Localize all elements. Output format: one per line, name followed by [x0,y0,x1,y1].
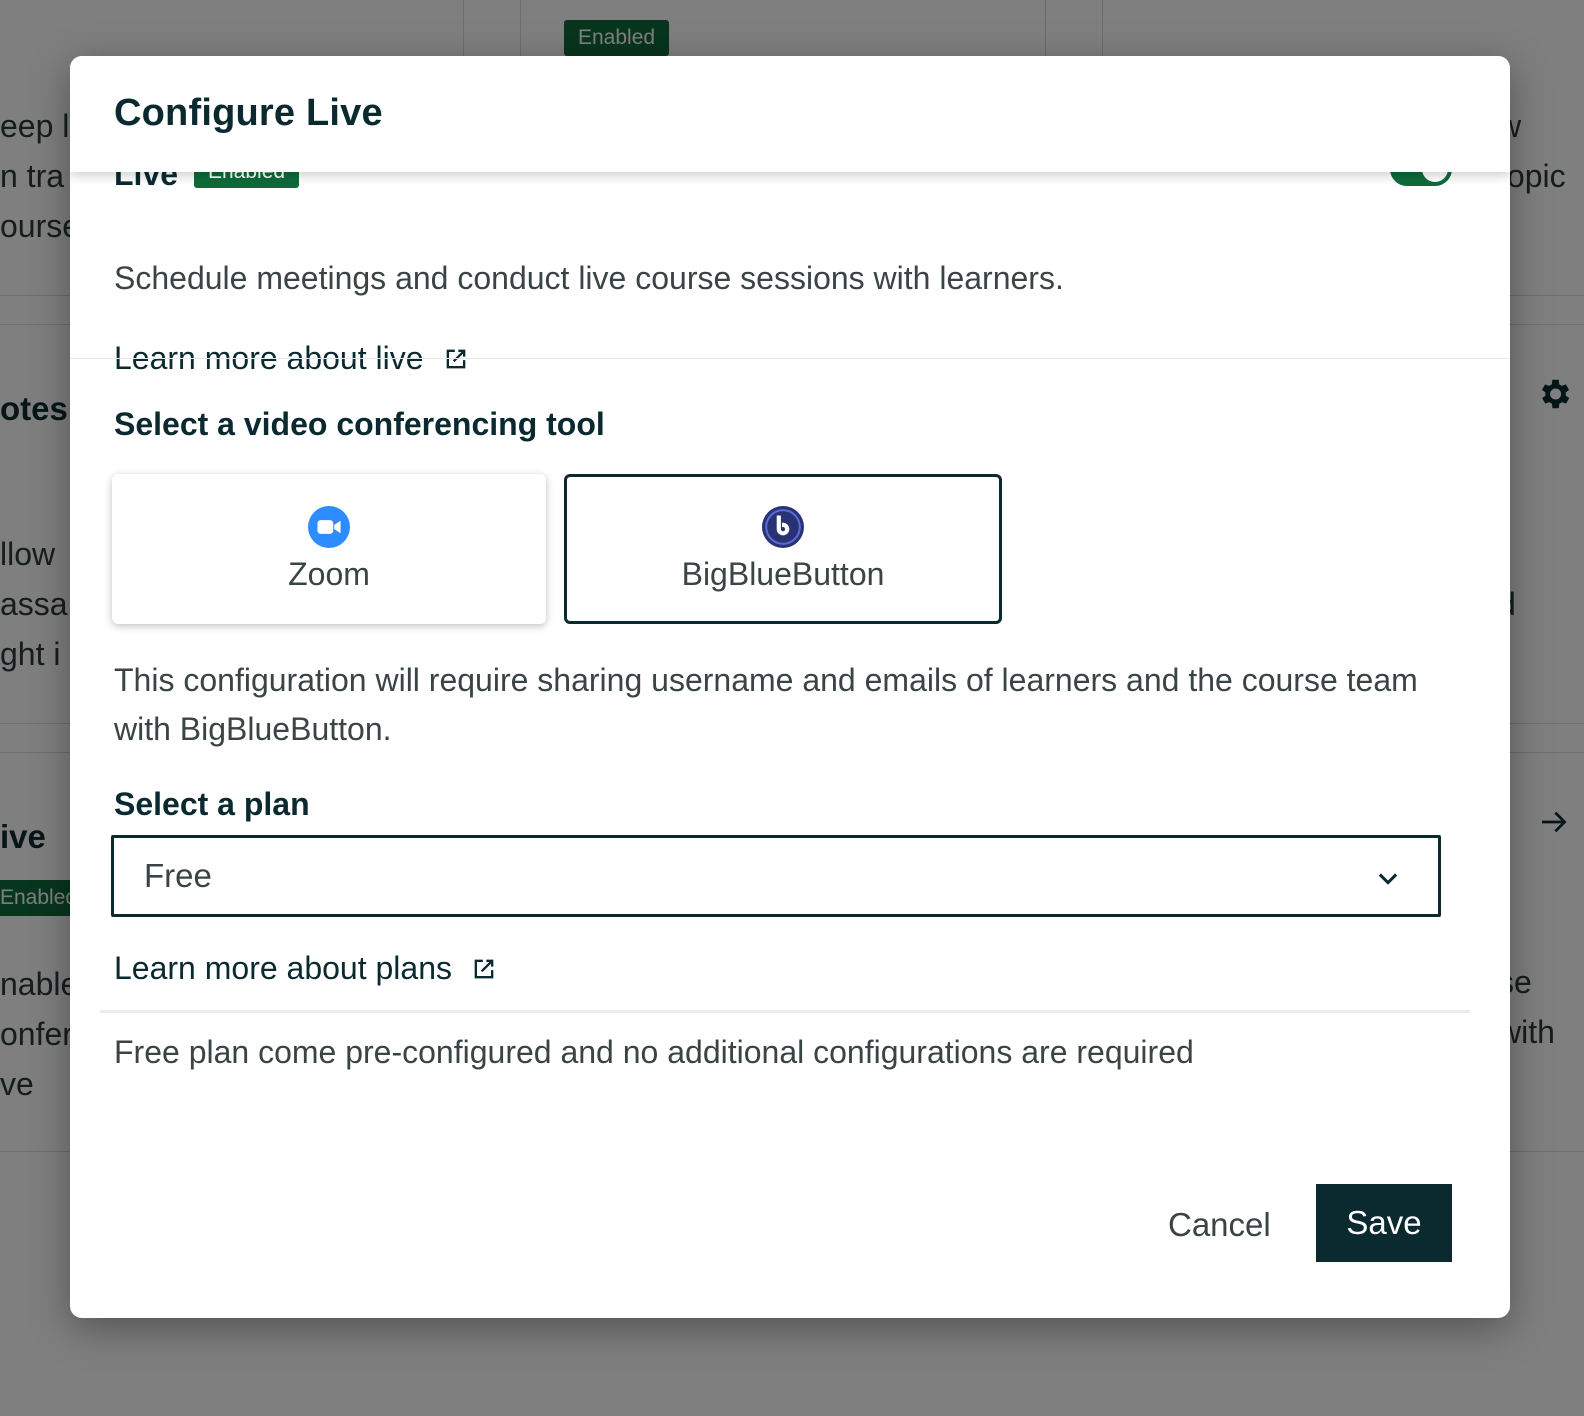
cancel-button[interactable]: Cancel [1148,1186,1291,1264]
learn-more-plans-link[interactable]: Learn more about plans [114,950,498,987]
bigbluebutton-option-card[interactable]: BigBlueButton [564,474,1002,624]
data-sharing-note: This configuration will require sharing … [114,662,1418,747]
zoom-logo-icon [308,505,350,548]
modal-header: Configure Live [70,56,1510,172]
external-link-icon [474,959,494,978]
bigbluebutton-label: BigBlueButton [681,555,885,592]
save-button[interactable]: Save [1316,1184,1452,1262]
live-description: Schedule meetings and conduct live cours… [114,260,1064,296]
section-divider [70,358,1510,359]
chevron-down-icon [1378,873,1398,885]
bigbluebutton-logo-icon [762,505,804,548]
zoom-option-card[interactable]: Zoom [112,474,546,624]
plan-select-value: Free [144,857,212,894]
tool-section-heading: Select a video conferencing tool [114,406,605,442]
plan-select[interactable]: Free [111,835,1441,917]
zoom-label: Zoom [288,555,370,592]
section-divider [100,1010,1470,1013]
configure-live-modal: Configure Live Live Enabled Schedule mee… [70,56,1510,1318]
modal-title: Configure Live [114,92,383,134]
plan-section-heading: Select a plan [114,786,310,822]
plan-note: Free plan come pre-configured and no add… [114,1034,1194,1070]
learn-more-plans-label: Learn more about plans [114,950,452,986]
